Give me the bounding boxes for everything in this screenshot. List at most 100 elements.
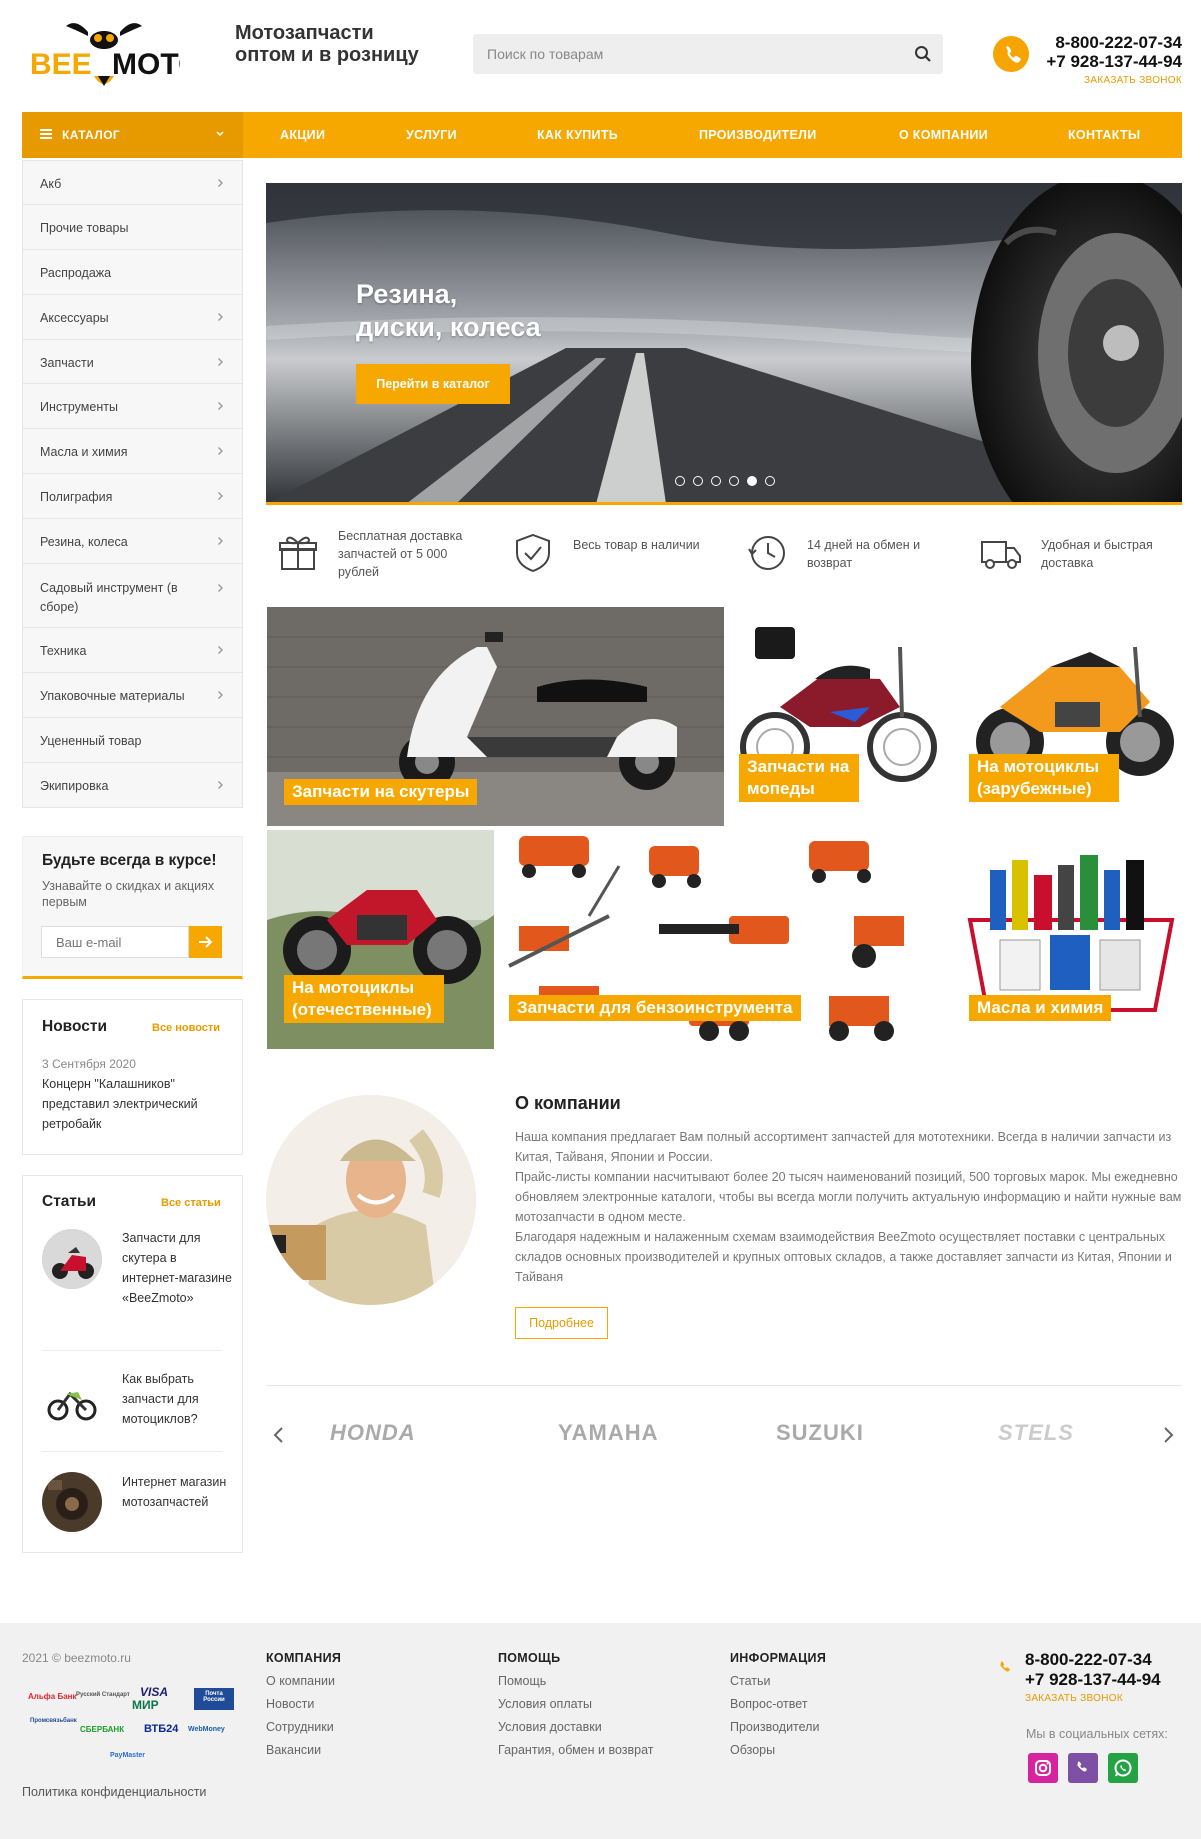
all-news-link[interactable]: Все новости <box>152 1022 220 1034</box>
article-thumbnail[interactable] <box>42 1472 102 1532</box>
footer-callback-link[interactable]: ЗАКАЗАТЬ ЗВОНОК <box>1025 1693 1123 1704</box>
privacy-policy-link[interactable]: Политика конфиденциальности <box>22 1785 206 1799</box>
feature-return: 14 дней на обмен и возврат <box>807 538 921 570</box>
viber-icon[interactable] <box>1068 1753 1098 1783</box>
footer-link[interactable]: Условия доставки <box>498 1720 602 1734</box>
slider-dot[interactable] <box>711 476 721 486</box>
footer-link[interactable]: Условия оплаты <box>498 1697 592 1711</box>
whatsapp-icon[interactable] <box>1108 1753 1138 1783</box>
email-field[interactable] <box>41 926 189 958</box>
article-link[interactable]: Интернет магазин мотозапчастей <box>122 1472 232 1512</box>
sidebar-item[interactable]: Инструменты <box>22 384 243 430</box>
payment-logo: Почта России <box>194 1688 234 1710</box>
all-articles-link[interactable]: Все статьи <box>161 1197 221 1209</box>
sidebar-item[interactable]: Акб <box>22 160 243 205</box>
chevron-down-icon <box>216 131 224 137</box>
logo-text-bee: BEE <box>30 48 92 81</box>
gift-icon <box>279 536 317 570</box>
footer-link[interactable]: О компании <box>266 1674 335 1688</box>
sidebar-item[interactable]: Экипировка <box>22 762 243 808</box>
go-to-catalog-button[interactable]: Перейти в каталог <box>356 364 510 404</box>
divider <box>42 1350 222 1351</box>
chevron-right-icon <box>218 357 223 366</box>
footer-phone-2[interactable]: +7 928-137-44-94 <box>1025 1670 1161 1690</box>
sidebar-item[interactable]: Полиграфия <box>22 474 243 520</box>
slider-dot[interactable] <box>765 476 775 486</box>
footer-link[interactable]: Новости <box>266 1697 314 1711</box>
header-phone-1[interactable]: 8-800-222-07-34 <box>1040 33 1182 53</box>
feature-free-delivery: Бесплатная доставка запчастей от 5 000 р… <box>338 529 463 579</box>
footer-phone-1[interactable]: 8-800-222-07-34 <box>1025 1650 1152 1670</box>
chevron-right-icon[interactable] <box>1161 1425 1175 1445</box>
more-button[interactable]: Подробнее <box>515 1307 608 1339</box>
brand-logo-stels[interactable]: STELS <box>998 1420 1074 1454</box>
payment-logo: WebMoney <box>188 1726 225 1733</box>
catalog-button[interactable]: КАТАЛОГ <box>22 112 243 158</box>
header-phone-2[interactable]: +7 928-137-44-94 <box>1030 52 1182 72</box>
subscribe-text: Узнавайте о скидках и акциях первым <box>42 879 215 909</box>
search-icon[interactable] <box>913 44 933 64</box>
sidebar-item[interactable]: Техника <box>22 628 243 673</box>
site-logo[interactable]: BEE MOTO <box>28 18 201 90</box>
sidebar-item[interactable]: Аксессуары <box>22 294 243 340</box>
site-tagline: Мотозапчасти оптом и в розницу <box>235 22 419 66</box>
footer-link[interactable]: Гарантия, обмен и возврат <box>498 1743 654 1757</box>
chevron-right-icon <box>218 584 223 593</box>
brand-logo-suzuki[interactable]: SUZUKI <box>776 1420 864 1454</box>
banner-title-line-2: диски, колеса <box>356 312 541 342</box>
footer-column-title: ПОМОЩЬ <box>498 1651 561 1665</box>
logo-text-moto: MOTO <box>112 48 180 81</box>
sidebar-item-label: Упаковочные материалы <box>40 688 185 703</box>
nav-item-promotions[interactable]: АКЦИИ <box>280 112 325 158</box>
category-label: Запчасти на мопеды <box>739 754 859 802</box>
sidebar-item[interactable]: Масла и химия <box>22 429 243 475</box>
instagram-icon[interactable] <box>1028 1753 1058 1783</box>
footer-link[interactable]: Статьи <box>730 1674 771 1688</box>
sidebar-item[interactable]: Прочие товары <box>22 204 243 250</box>
nav-item-services[interactable]: УСЛУГИ <box>406 112 457 158</box>
nav-item-about[interactable]: О КОМПАНИИ <box>899 112 988 158</box>
slider-dot[interactable] <box>729 476 739 486</box>
sidebar-item[interactable]: Резина, колеса <box>22 519 243 565</box>
about-title: О компании <box>515 1093 621 1113</box>
sidebar-item[interactable]: Садовый инструмент (в сборе) <box>22 564 243 629</box>
chevron-left-icon[interactable] <box>272 1425 286 1445</box>
sidebar-item-label: Садовый инструмент (в сборе) <box>40 581 178 615</box>
brand-logo-yamaha[interactable]: YAMAHA <box>558 1420 659 1454</box>
footer-link[interactable]: Производители <box>730 1720 819 1734</box>
news-date: 3 Сентября 2020 <box>42 1057 136 1071</box>
sidebar-item[interactable]: Распродажа <box>22 249 243 295</box>
chevron-right-icon <box>218 179 223 187</box>
sidebar-item-label: Запчасти <box>40 355 94 370</box>
article-link[interactable]: Как выбрать запчасти для мотоциклов? <box>122 1369 232 1429</box>
callback-link[interactable]: ЗАКАЗАТЬ ЗВОНОК <box>1060 75 1182 86</box>
news-item-link[interactable]: Концерн "Калашников" представил электрич… <box>42 1074 222 1134</box>
footer-link[interactable]: Вакансии <box>266 1743 321 1757</box>
sidebar-item[interactable]: Уцененный товар <box>22 717 243 763</box>
search-input[interactable] <box>473 34 883 74</box>
sidebar-item-label: Аксессуары <box>40 310 109 325</box>
tagline-line-1: Мотозапчасти <box>235 22 374 44</box>
sidebar-item[interactable]: Упаковочные материалы <box>22 672 243 718</box>
footer-link[interactable]: Вопрос-ответ <box>730 1697 808 1711</box>
article-link[interactable]: Запчасти для скутера в интернет-магазине… <box>122 1228 232 1308</box>
article-thumbnail[interactable] <box>42 1229 102 1289</box>
footer-link[interactable]: Сотрудники <box>266 1720 334 1734</box>
slider-dot[interactable] <box>675 476 685 486</box>
sidebar-item-label: Распродажа <box>40 265 112 280</box>
nav-item-contacts[interactable]: КОНТАКТЫ <box>1068 112 1140 158</box>
payment-logo: МИР <box>132 1698 159 1712</box>
subscribe-button[interactable] <box>189 926 222 958</box>
brand-logo-honda[interactable]: HONDA <box>330 1420 416 1454</box>
slider-dot[interactable] <box>693 476 703 486</box>
category-label: На мотоциклы (отечественные) <box>284 975 444 1023</box>
article-thumbnail[interactable] <box>42 1372 102 1432</box>
footer-link[interactable]: Обзоры <box>730 1743 775 1757</box>
footer-link[interactable]: Помощь <box>498 1674 546 1688</box>
sidebar-item-label: Резина, колеса <box>40 535 128 550</box>
sidebar-item[interactable]: Запчасти <box>22 339 243 385</box>
slider-dot-active[interactable] <box>747 476 757 486</box>
nav-item-how-to-buy[interactable]: КАК КУПИТЬ <box>537 112 618 158</box>
articles-title: Статьи <box>42 1193 97 1210</box>
nav-item-manufacturers[interactable]: ПРОИЗВОДИТЕЛИ <box>699 112 817 158</box>
